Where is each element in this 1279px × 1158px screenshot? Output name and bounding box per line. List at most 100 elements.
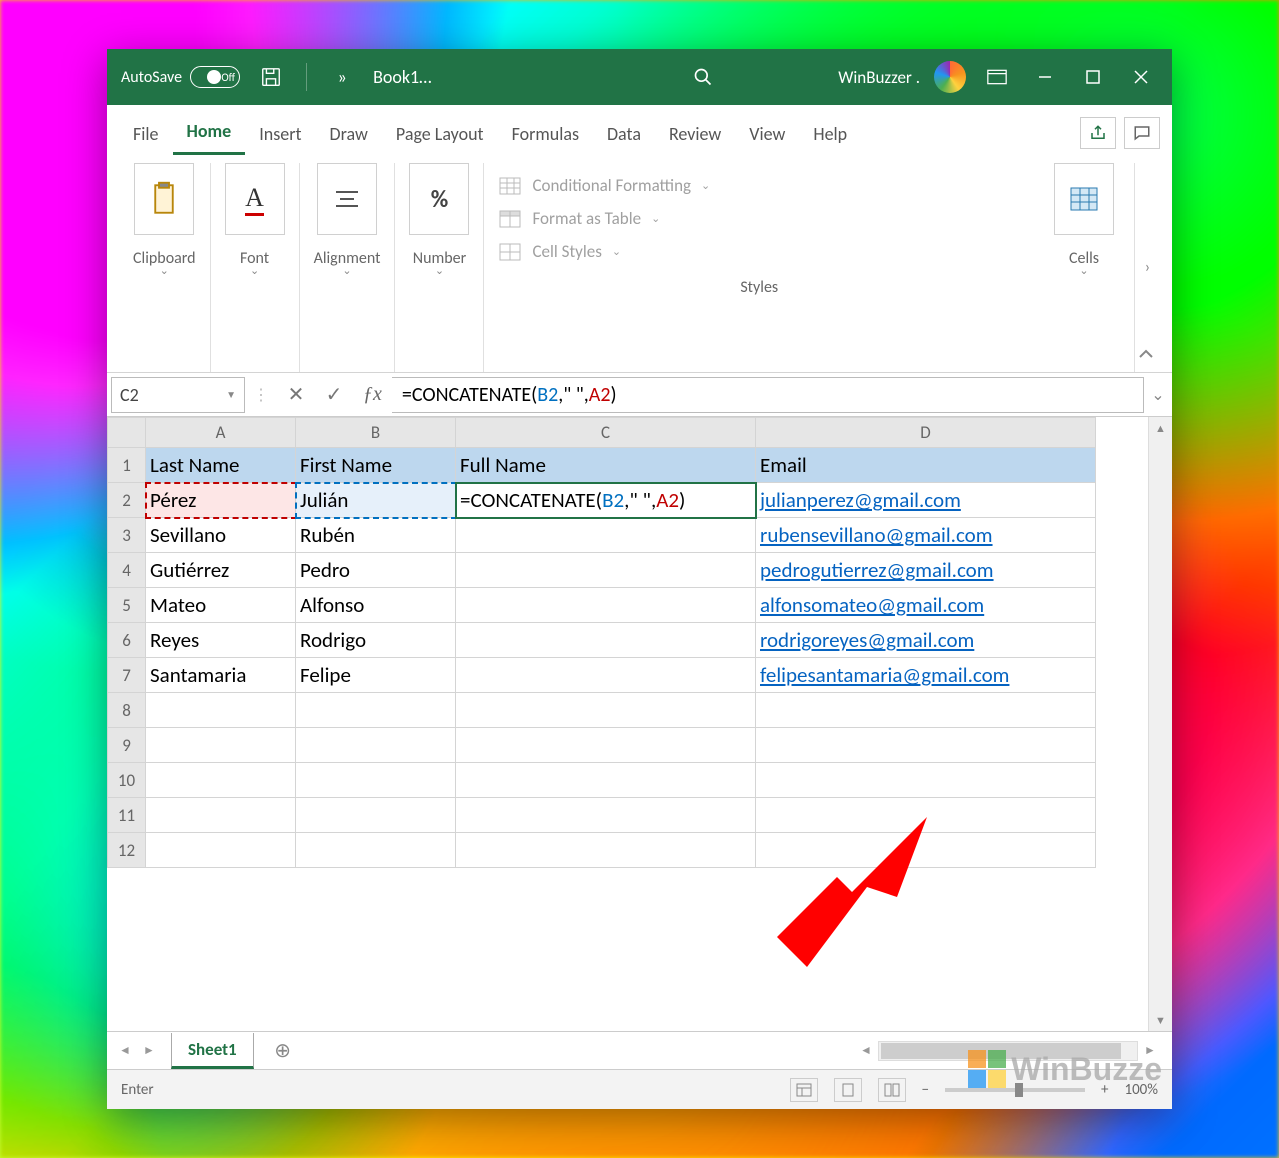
page-layout-view-button[interactable] [834,1078,862,1102]
cell-A7[interactable]: Santamaria [146,658,296,693]
row-header-3[interactable]: 3 [108,518,146,553]
normal-view-button[interactable] [790,1078,818,1102]
close-button[interactable] [1124,60,1158,94]
format-as-table-button[interactable]: Format as Table ⌄ [498,202,1020,235]
cell-A5[interactable]: Mateo [146,588,296,623]
confirm-formula-button[interactable]: ✓ [315,377,353,413]
cell-C8[interactable] [456,693,756,728]
menu-insert[interactable]: Insert [245,113,315,155]
email-link[interactable]: pedrogutierrez@gmail.com [760,557,994,583]
add-sheet-button[interactable]: ⊕ [268,1036,298,1066]
cell-C9[interactable] [456,728,756,763]
menu-file[interactable]: File [119,113,173,155]
row-header-7[interactable]: 7 [108,658,146,693]
font-button[interactable]: A [225,163,285,235]
cell-B7[interactable]: Felipe [296,658,456,693]
cell-A4[interactable]: Gutiérrez [146,553,296,588]
cell-D10[interactable] [756,763,1096,798]
alignment-button[interactable] [317,163,377,235]
row-header-12[interactable]: 12 [108,833,146,868]
menu-review[interactable]: Review [655,113,735,155]
cell-C11[interactable] [456,798,756,833]
number-button[interactable]: % [409,163,469,235]
cell-D2[interactable]: julianperez@gmail.com [756,483,1096,518]
maximize-button[interactable] [1076,60,1110,94]
row-header-9[interactable]: 9 [108,728,146,763]
autosave-switch[interactable]: Off [190,66,240,88]
spreadsheet-grid[interactable]: ABCD1Last NameFirst NameFull NameEmail2P… [107,417,1096,868]
cell-D12[interactable] [756,833,1096,868]
sheet-tab-1[interactable]: Sheet1 [171,1033,254,1069]
expand-formula-bar-button[interactable]: ⌄ [1144,385,1172,405]
collapse-ribbon-button[interactable] [1132,342,1160,366]
cell-A2[interactable]: Pérez [146,483,296,518]
cell-C12[interactable] [456,833,756,868]
cell-C7[interactable] [456,658,756,693]
ribbon-display-button[interactable] [980,60,1014,94]
row-header-5[interactable]: 5 [108,588,146,623]
menu-help[interactable]: Help [799,113,861,155]
email-link[interactable]: rubensevillano@gmail.com [760,522,993,548]
scroll-down-button[interactable]: ▼ [1149,1009,1172,1031]
cell-B12[interactable] [296,833,456,868]
row-header-2[interactable]: 2 [108,483,146,518]
menu-data[interactable]: Data [593,113,655,155]
cell-D4[interactable]: pedrogutierrez@gmail.com [756,553,1096,588]
save-button[interactable] [254,60,288,94]
email-link[interactable]: julianperez@gmail.com [760,487,961,513]
autosave-toggle[interactable]: AutoSave Off [121,66,240,88]
menu-draw[interactable]: Draw [316,113,382,155]
email-link[interactable]: felipesantamaria@gmail.com [760,662,1009,688]
cell-C1[interactable]: Full Name [456,448,756,483]
user-avatar[interactable] [934,61,966,93]
zoom-out-button[interactable]: − [922,1081,929,1099]
cell-D6[interactable]: rodrigoreyes@gmail.com [756,623,1096,658]
formula-bar-handle[interactable]: ⋮ [245,385,277,405]
cell-C3[interactable] [456,518,756,553]
name-box[interactable]: C2 ▼ [111,377,245,413]
cell-C2[interactable]: =CONCATENATE(B2," ",A2) [456,483,756,518]
formula-input[interactable]: =CONCATENATE(B2," ",A2) [392,377,1144,413]
cell-D3[interactable]: rubensevillano@gmail.com [756,518,1096,553]
row-header-4[interactable]: 4 [108,553,146,588]
cell-B9[interactable] [296,728,456,763]
col-header-A[interactable]: A [146,418,296,448]
cell-B3[interactable]: Rubén [296,518,456,553]
row-header-8[interactable]: 8 [108,693,146,728]
cell-C6[interactable] [456,623,756,658]
row-header-10[interactable]: 10 [108,763,146,798]
cell-A10[interactable] [146,763,296,798]
cell-A3[interactable]: Sevillano [146,518,296,553]
email-link[interactable]: rodrigoreyes@gmail.com [760,627,974,653]
share-button[interactable] [1080,117,1116,149]
cancel-formula-button[interactable]: ✕ [277,377,315,413]
cell-D1[interactable]: Email [756,448,1096,483]
hscroll-left[interactable]: ◄ [854,1043,878,1058]
tab-nav-prev[interactable]: ◄ [113,1043,137,1058]
cell-A8[interactable] [146,693,296,728]
cell-C10[interactable] [456,763,756,798]
cell-D9[interactable] [756,728,1096,763]
vertical-scrollbar[interactable]: ▲ ▼ [1148,417,1172,1031]
conditional-formatting-button[interactable]: Conditional Formatting ⌄ [498,169,1020,202]
page-break-view-button[interactable] [878,1078,906,1102]
cell-B10[interactable] [296,763,456,798]
cell-C4[interactable] [456,553,756,588]
cell-B8[interactable] [296,693,456,728]
col-header-D[interactable]: D [756,418,1096,448]
email-link[interactable]: alfonsomateo@gmail.com [760,592,984,618]
scroll-up-button[interactable]: ▲ [1149,417,1172,439]
cell-A12[interactable] [146,833,296,868]
cell-B11[interactable] [296,798,456,833]
tab-nav-next[interactable]: ► [137,1043,161,1058]
row-header-6[interactable]: 6 [108,623,146,658]
cell-B6[interactable]: Rodrigo [296,623,456,658]
minimize-button[interactable] [1028,60,1062,94]
cell-D7[interactable]: felipesantamaria@gmail.com [756,658,1096,693]
cell-B1[interactable]: First Name [296,448,456,483]
cells-button[interactable] [1054,163,1114,235]
menu-formulas[interactable]: Formulas [498,113,593,155]
cell-A6[interactable]: Reyes [146,623,296,658]
col-header-C[interactable]: C [456,418,756,448]
cell-D5[interactable]: alfonsomateo@gmail.com [756,588,1096,623]
